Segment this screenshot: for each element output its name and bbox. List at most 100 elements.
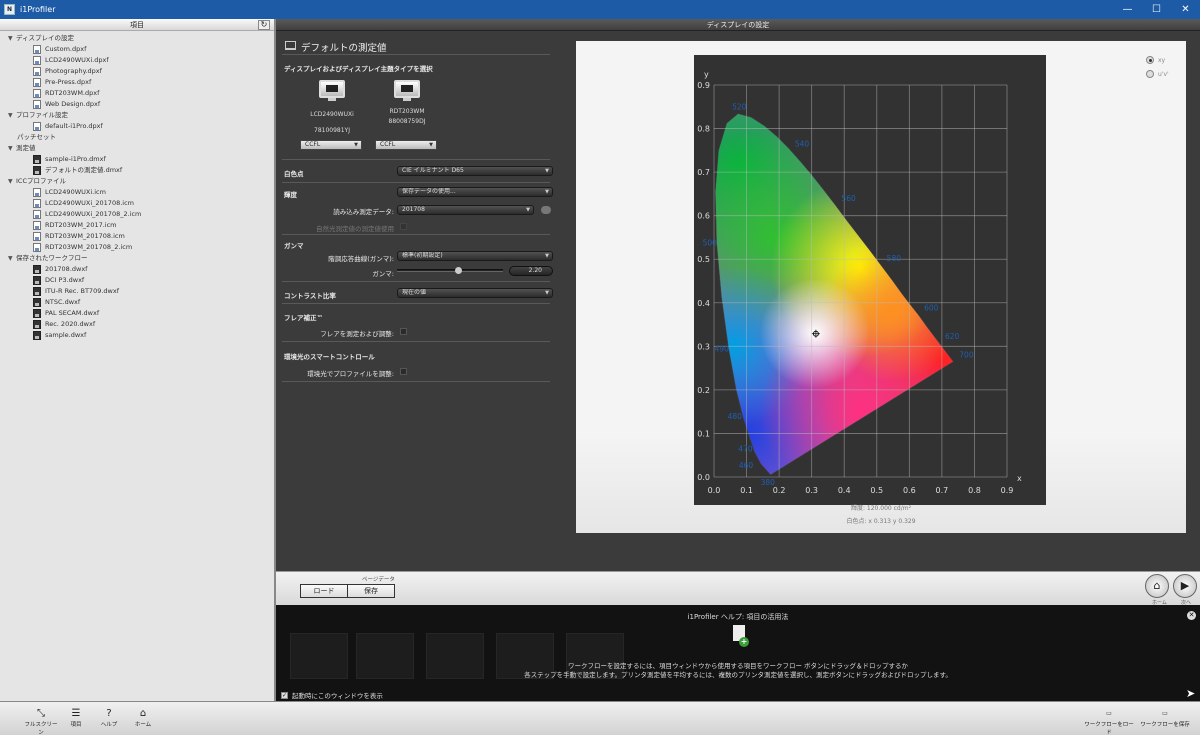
show-on-startup-checkbox[interactable]: ✓ <box>281 691 288 699</box>
save-workflow-button[interactable]: ▭ ワークフローを保存 <box>1138 708 1192 728</box>
tree-item[interactable]: Web Design.dpxf <box>0 99 274 110</box>
measure-button[interactable] <box>541 206 551 214</box>
refresh-button[interactable]: ↻ <box>258 20 270 30</box>
white-point-readout: 白色点: x 0.313 y 0.329 <box>846 518 916 525</box>
workflow-load-icon: ▭ <box>1106 710 1112 717</box>
file-icon <box>33 298 41 307</box>
items-button[interactable]: ☰ 項目 <box>66 708 86 728</box>
close-button[interactable]: ✕ <box>1171 0 1200 19</box>
tree-item[interactable]: RDT203WM_201708_2.icm <box>0 242 274 253</box>
tree-item[interactable]: RDT203WM_2017.icm <box>0 220 274 231</box>
x-tick-label: 0.0 <box>708 486 721 495</box>
tree-category[interactable]: ▼ ICCプロファイル <box>0 176 274 187</box>
contrast-select[interactable]: 現在の値 <box>397 288 553 298</box>
luminance-select[interactable]: 保存データの使用... <box>397 187 553 197</box>
tree-label: RDT203WM_201708.icm <box>45 232 125 240</box>
tree-item[interactable]: LCD2490WUXi_201708.icm <box>0 198 274 209</box>
tree-item[interactable]: default-i1Pro.dpxf <box>0 121 274 132</box>
tree-item[interactable]: Custom.dpxf <box>0 44 274 55</box>
load-button[interactable]: ロード <box>300 584 348 598</box>
expand-triangle-icon[interactable]: ▼ <box>8 176 16 187</box>
bottom-toolbar: ⤡ フルスクリーン ☰ 項目 ? ヘルプ ⌂ ホーム ▭ ワークフローをロード … <box>0 701 1200 735</box>
y-axis-label: y <box>704 70 709 79</box>
y-tick-label: 0.7 <box>697 168 710 177</box>
gamma-value-field[interactable]: 2.20 <box>509 266 553 276</box>
tree-item[interactable]: 201708.dwxf <box>0 264 274 275</box>
tree-category[interactable]: パッチセット <box>0 132 274 143</box>
file-icon <box>33 100 41 109</box>
tree-category[interactable]: ▼ ディスプレイの設定 <box>0 33 274 44</box>
radio-uv[interactable]: u'v' <box>1146 70 1169 78</box>
tree-item[interactable]: RDT203WM.dpxf <box>0 88 274 99</box>
tree-label: Photography.dpxf <box>45 67 102 75</box>
y-tick-label: 0.3 <box>697 342 710 351</box>
tree-item[interactable]: Rec. 2020.dwxf <box>0 319 274 330</box>
monitor-1-serial: 78100981YJ <box>314 127 350 134</box>
tree-item[interactable]: デフォルトの測定値.dmxf <box>0 165 274 176</box>
tree-item[interactable]: LCD2490WUXi_201708_2.icm <box>0 209 274 220</box>
tree-label: パッチセット <box>17 133 56 141</box>
divider <box>282 381 550 382</box>
divider <box>282 54 550 55</box>
expand-triangle-icon[interactable]: ▼ <box>8 33 16 44</box>
flare-checkbox[interactable] <box>400 328 407 335</box>
divider <box>282 303 550 304</box>
tree-item[interactable]: DCI P3.dwxf <box>0 275 274 286</box>
wavelength-label: 600 <box>924 304 939 313</box>
monitor-1-icon[interactable] <box>319 80 345 102</box>
loaded-data-select[interactable]: 201708 <box>397 205 534 215</box>
tree-item[interactable]: ITU-R Rec. BT709.dwxf <box>0 286 274 297</box>
radio-xy[interactable]: xy <box>1146 56 1165 64</box>
contrast-label: コントラスト比率 <box>284 292 336 300</box>
file-icon <box>33 243 41 252</box>
tree-label: Web Design.dpxf <box>45 100 101 108</box>
tone-curve-select[interactable]: 標準(初期設定) <box>397 251 553 261</box>
gamma-slider[interactable] <box>397 269 503 272</box>
tree-category[interactable]: ▼ 保存されたワークフロー <box>0 253 274 264</box>
expand-triangle-icon[interactable]: ▼ <box>8 110 16 121</box>
tree-label: RDT203WM_201708_2.icm <box>45 243 133 251</box>
fullscreen-button[interactable]: ⤡ フルスクリーン <box>24 708 58 735</box>
next-nav-button[interactable]: ▶ <box>1173 574 1197 598</box>
monitor-2-type-select[interactable]: CCFL <box>375 140 437 150</box>
tree-label: デフォルトの測定値.dmxf <box>45 166 123 174</box>
expand-triangle-icon[interactable]: ▼ <box>8 143 16 154</box>
tree-item[interactable]: Photography.dpxf <box>0 66 274 77</box>
help-button[interactable]: ? ヘルプ <box>98 708 120 728</box>
tree-item[interactable]: sample-i1Pro.dmxf <box>0 154 274 165</box>
tree-item[interactable]: NTSC.dwxf <box>0 297 274 308</box>
tree-category[interactable]: ▼ プロファイル設定 <box>0 110 274 121</box>
tree-item[interactable]: LCD2490WUXi.icm <box>0 187 274 198</box>
home-button[interactable]: ⌂ ホーム <box>132 708 154 728</box>
monitor-2-icon[interactable] <box>394 80 420 102</box>
flare-check-label: フレアを測定および調整: <box>320 330 394 338</box>
divider <box>282 234 550 235</box>
x-tick-label: 0.1 <box>740 486 753 495</box>
tree-item[interactable]: RDT203WM_201708.icm <box>0 231 274 242</box>
tree-label: sample-i1Pro.dmxf <box>45 155 106 163</box>
tree-category[interactable]: ▼ 測定値 <box>0 143 274 154</box>
home-nav-button[interactable]: ⌂ <box>1145 574 1169 598</box>
radio-xy-label: xy <box>1158 56 1166 64</box>
monitor-1-type-select[interactable]: CCFL <box>300 140 362 150</box>
tree-item[interactable]: sample.dwxf <box>0 330 274 341</box>
minimize-button[interactable]: — <box>1113 0 1142 19</box>
load-workflow-button[interactable]: ▭ ワークフローをロード <box>1082 708 1136 735</box>
tree-label: Rec. 2020.dwxf <box>45 320 96 328</box>
tree-item[interactable]: PAL SECAM.dwxf <box>0 308 274 319</box>
ambient-smart-checkbox[interactable] <box>400 368 407 375</box>
show-on-startup[interactable]: ✓ 起動時にこのウィンドウを表示 <box>281 690 383 700</box>
radio-uv-indicator[interactable] <box>1146 70 1154 78</box>
ambient-use-checkbox[interactable] <box>400 223 407 230</box>
white-point-select[interactable]: CIE イルミナント D65 <box>397 166 553 176</box>
radio-xy-indicator[interactable] <box>1146 56 1154 64</box>
save-button[interactable]: 保存 <box>347 584 395 598</box>
tree-item[interactable]: LCD2490WUXi.dpxf <box>0 55 274 66</box>
tree-item[interactable]: Pre-Press.dpxf <box>0 77 274 88</box>
loaded-data-label: 読み込み測定データ: <box>333 208 394 216</box>
expand-triangle-icon[interactable]: ▼ <box>8 253 16 264</box>
gamma-slider-handle[interactable] <box>455 267 462 274</box>
help-close-icon[interactable]: ✕ <box>1187 611 1196 620</box>
maximize-button[interactable]: ☐ <box>1142 0 1171 19</box>
window-controls: — ☐ ✕ <box>1113 0 1200 19</box>
